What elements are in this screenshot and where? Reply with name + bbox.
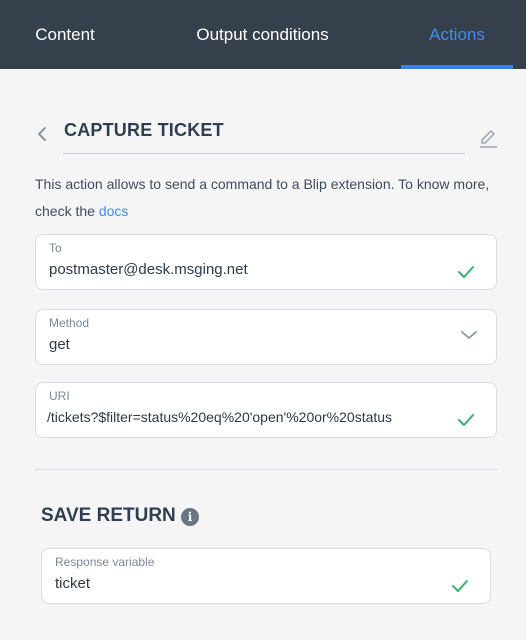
check-icon xyxy=(452,580,468,592)
method-select[interactable]: Method get xyxy=(35,309,497,365)
uri-value: /tickets?$filter=status%20eq%20'open'%20… xyxy=(47,409,393,425)
pencil-icon xyxy=(480,130,497,148)
divider xyxy=(35,469,497,470)
save-return-title: SAVE RETURN xyxy=(41,505,176,526)
response-variable-field[interactable]: Response variable ticket xyxy=(41,548,491,604)
to-label: To xyxy=(49,241,62,255)
uri-field[interactable]: URI /tickets?$filter=status%20eq%20'open… xyxy=(35,382,497,438)
title-underline xyxy=(63,153,465,154)
tab-actions[interactable]: Actions xyxy=(400,0,514,69)
check-icon xyxy=(458,266,474,278)
to-value: postmaster@desk.msging.net xyxy=(49,261,248,278)
method-value: get xyxy=(49,336,70,353)
uri-label: URI xyxy=(49,389,70,403)
to-field[interactable]: To postmaster@desk.msging.net xyxy=(35,234,497,290)
docs-link[interactable]: docs xyxy=(99,203,129,219)
response-variable-value: ticket xyxy=(55,575,91,592)
chevron-down-icon xyxy=(461,331,477,339)
info-icon[interactable]: i xyxy=(181,508,199,526)
edit-title-button[interactable] xyxy=(476,126,500,150)
response-variable-label: Response variable xyxy=(55,555,155,569)
action-title[interactable]: CAPTURE TICKET xyxy=(64,120,224,141)
active-tab-indicator xyxy=(401,65,513,69)
method-label: Method xyxy=(49,316,90,330)
tab-content[interactable]: Content xyxy=(0,0,130,69)
tab-output-conditions[interactable]: Output conditions xyxy=(150,0,375,69)
tab-bar: Content Output conditions Actions xyxy=(0,0,526,69)
chevron-left-icon xyxy=(38,127,46,141)
check-icon xyxy=(458,414,474,426)
action-description: This action allows to send a command to … xyxy=(35,171,505,225)
back-button[interactable] xyxy=(32,123,54,145)
